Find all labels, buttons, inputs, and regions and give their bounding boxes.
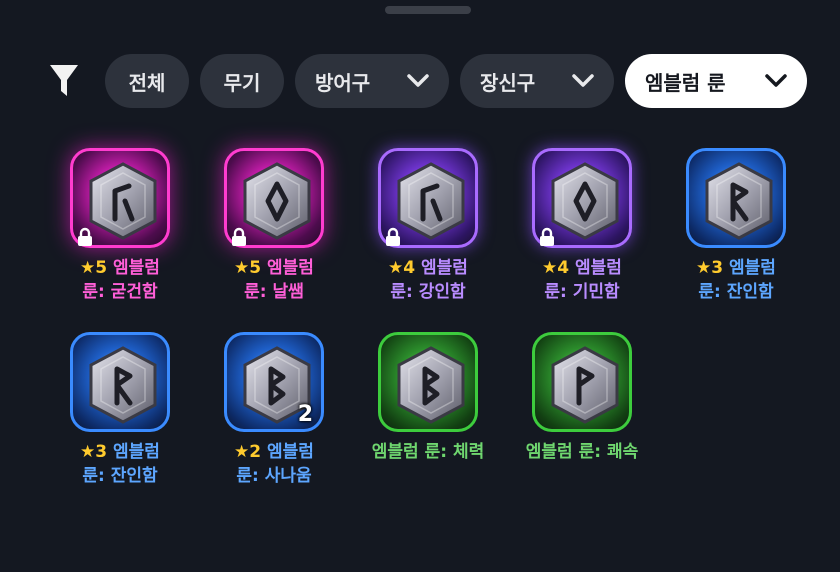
rune-tile[interactable] — [224, 148, 324, 248]
rune-tile[interactable] — [70, 148, 170, 248]
rune-name-label: ★4 엠블럼 룬: 강인함 — [353, 256, 503, 304]
rune-name-label: ★4 엠블럼 룬: 기민함 — [507, 256, 657, 304]
rune-name-label: ★2 엠블럼 룬: 사나움 — [199, 440, 349, 488]
rune-name-line-2: 룬: 굳건함 — [82, 282, 158, 302]
rune-name-line-2: 룬: 날쌤 — [244, 282, 304, 302]
rune-name-label: ★5 엠블럼 룬: 날쌤 — [199, 256, 349, 304]
star-rating: ★5 — [234, 258, 262, 278]
star-rating: ★3 — [696, 258, 724, 278]
rune-tile[interactable] — [378, 148, 478, 248]
rune-name-text: 엠블럼 룬: 체력 — [371, 442, 485, 462]
rune-name-text: 엠블럼 — [267, 442, 314, 462]
rune-name-line-1: ★5 엠블럼 — [199, 256, 349, 280]
star-rating: ★2 — [234, 442, 262, 462]
rune-name-line-2: 룬: 기민함 — [544, 282, 620, 302]
rune-name-line-1: ★2 엠블럼 — [199, 440, 349, 464]
rune-inventory-grid: ★5 엠블럼 룬: 굳건함 ★5 엠블럼 룬: 날쌤 ★4 엠블럼 룬: 강인함 ★4 엠블… — [0, 0, 840, 572]
rune-stone-icon — [397, 346, 465, 424]
rune-name-line-1: ★5 엠블럼 — [45, 256, 195, 280]
lock-icon — [232, 227, 246, 246]
stack-count: 2 — [297, 402, 313, 427]
rune-stone-icon — [89, 346, 157, 424]
rune-tile[interactable] — [532, 148, 632, 248]
star-rating: ★4 — [388, 258, 416, 278]
rune-name-line-2: 룬: 잔인함 — [82, 466, 158, 486]
rune-name-label: ★3 엠블럼 룬: 잔인함 — [661, 256, 811, 304]
star-rating: ★5 — [80, 258, 108, 278]
rune-name-text: 엠블럼 — [113, 442, 160, 462]
rune-name-label: 엠블럼 룬: 체력 — [353, 440, 503, 464]
rune-item[interactable]: ★5 엠블럼 룬: 굳건함 — [45, 148, 195, 318]
rune-name-line-2: 룬: 잔인함 — [698, 282, 774, 302]
rune-name-line-1: 엠블럼 룬: 체력 — [353, 440, 503, 464]
lock-icon — [78, 227, 92, 246]
rune-name-text: 엠블럼 — [729, 258, 776, 278]
rune-item[interactable]: 엠블럼 룬: 쾌속 — [507, 332, 657, 502]
rune-item[interactable]: ★4 엠블럼 룬: 강인함 — [353, 148, 503, 318]
rune-tile[interactable] — [532, 332, 632, 432]
rune-name-line-2: 룬: 강인함 — [390, 282, 466, 302]
rune-tile[interactable] — [70, 332, 170, 432]
star-rating: ★4 — [542, 258, 570, 278]
rune-tile[interactable] — [686, 148, 786, 248]
rune-item[interactable]: ★3 엠블럼 룬: 잔인함 — [45, 332, 195, 502]
rune-name-label: 엠블럼 룬: 쾌속 — [507, 440, 657, 464]
rune-stone-icon — [551, 346, 619, 424]
lock-icon — [386, 227, 400, 246]
rune-item[interactable]: 2 ★2 엠블럼 룬: 사나움 — [199, 332, 349, 502]
rune-name-text: 엠블럼 — [421, 258, 468, 278]
rune-tile[interactable]: 2 — [224, 332, 324, 432]
rune-name-line-1: 엠블럼 룬: 쾌속 — [507, 440, 657, 464]
rune-name-line-1: ★3 엠블럼 — [45, 440, 195, 464]
rune-stone-icon — [705, 162, 773, 240]
rune-name-line-2: 룬: 사나움 — [236, 466, 312, 486]
rune-name-text: 엠블럼 룬: 쾌속 — [525, 442, 639, 462]
rune-item[interactable]: 엠블럼 룬: 체력 — [353, 332, 503, 502]
rune-name-text: 엠블럼 — [575, 258, 622, 278]
star-rating: ★3 — [80, 442, 108, 462]
lock-icon — [540, 227, 554, 246]
rune-item[interactable]: ★5 엠블럼 룬: 날쌤 — [199, 148, 349, 318]
rune-name-label: ★3 엠블럼 룬: 잔인함 — [45, 440, 195, 488]
rune-name-text: 엠블럼 — [113, 258, 160, 278]
rune-name-line-1: ★3 엠블럼 — [661, 256, 811, 280]
rune-stone-icon — [89, 162, 157, 240]
rune-stone-icon — [243, 162, 311, 240]
rune-tile[interactable] — [378, 332, 478, 432]
rune-item[interactable]: ★3 엠블럼 룬: 잔인함 — [661, 148, 811, 318]
rune-name-label: ★5 엠블럼 룬: 굳건함 — [45, 256, 195, 304]
rune-item[interactable]: ★4 엠블럼 룬: 기민함 — [507, 148, 657, 318]
rune-name-line-1: ★4 엠블럼 — [353, 256, 503, 280]
rune-name-text: 엠블럼 — [267, 258, 314, 278]
rune-stone-icon — [551, 162, 619, 240]
rune-stone-icon — [397, 162, 465, 240]
rune-name-line-1: ★4 엠블럼 — [507, 256, 657, 280]
